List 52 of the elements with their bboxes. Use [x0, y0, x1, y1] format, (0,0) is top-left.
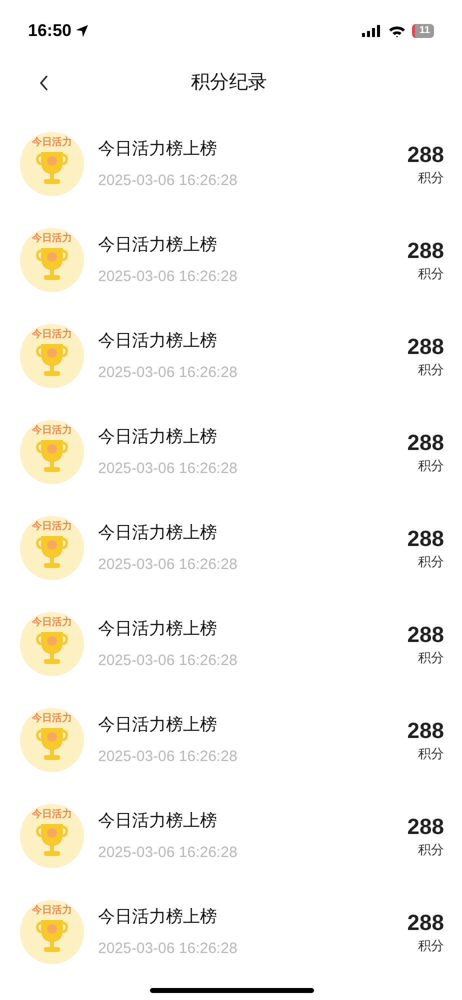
record-time: 2025-03-06 16:26:28	[98, 554, 238, 574]
badge-label: 今日活力	[32, 618, 72, 628]
points-unit: 积分	[418, 745, 444, 763]
badge-label: 今日活力	[32, 522, 72, 532]
badge-label: 今日活力	[32, 330, 72, 340]
badge-label: 今日活力	[32, 810, 72, 820]
points-value: 288	[407, 716, 444, 744]
record-time: 2025-03-06 16:26:28	[98, 458, 238, 478]
page-title: 积分纪录	[191, 70, 267, 95]
wifi-icon	[388, 24, 406, 38]
record-title: 今日活力榜上榜	[98, 138, 218, 160]
points-value: 288	[407, 140, 444, 168]
points-value: 288	[407, 524, 444, 552]
points-value: 288	[407, 620, 444, 648]
record-title: 今日活力榜上榜	[98, 234, 218, 256]
record-time: 2025-03-06 16:26:28	[98, 938, 238, 958]
badge-label: 今日活力	[32, 906, 72, 916]
points-value: 288	[407, 332, 444, 360]
points-unit: 积分	[418, 457, 444, 475]
record-time: 2025-03-06 16:26:28	[98, 650, 238, 670]
battery-level: 11	[419, 26, 430, 36]
record-time: 2025-03-06 16:26:28	[98, 746, 238, 766]
record-time: 2025-03-06 16:26:28	[98, 842, 238, 862]
points-unit: 积分	[418, 265, 444, 283]
badge-label: 今日活力	[32, 138, 72, 148]
badge-label: 今日活力	[32, 234, 72, 244]
record-title: 今日活力榜上榜	[98, 618, 218, 640]
points-value: 288	[407, 908, 444, 936]
back-chevron-icon	[39, 75, 49, 91]
signal-icon	[362, 25, 382, 37]
points-unit: 积分	[418, 841, 444, 859]
points-value: 288	[407, 812, 444, 840]
points-value: 288	[407, 236, 444, 264]
points-value: 288	[407, 428, 444, 456]
record-title: 今日活力榜上榜	[98, 714, 218, 736]
record-time: 2025-03-06 16:26:28	[98, 362, 238, 382]
status-time: 16:50	[28, 20, 72, 42]
record-title: 今日活力榜上榜	[98, 522, 218, 544]
points-unit: 积分	[418, 937, 444, 955]
points-unit: 积分	[418, 553, 444, 571]
badge-label: 今日活力	[32, 714, 72, 724]
record-time: 2025-03-06 16:26:28	[98, 170, 238, 190]
record-title: 今日活力榜上榜	[98, 330, 218, 352]
points-unit: 积分	[418, 361, 444, 379]
record-title: 今日活力榜上榜	[98, 906, 218, 928]
record-time: 2025-03-06 16:26:28	[98, 266, 238, 286]
record-title: 今日活力榜上榜	[98, 810, 218, 832]
location-arrow-icon	[75, 24, 90, 38]
points-unit: 积分	[418, 649, 444, 667]
badge-label: 今日活力	[32, 426, 72, 436]
record-title: 今日活力榜上榜	[98, 426, 218, 448]
points-unit: 积分	[418, 169, 444, 187]
